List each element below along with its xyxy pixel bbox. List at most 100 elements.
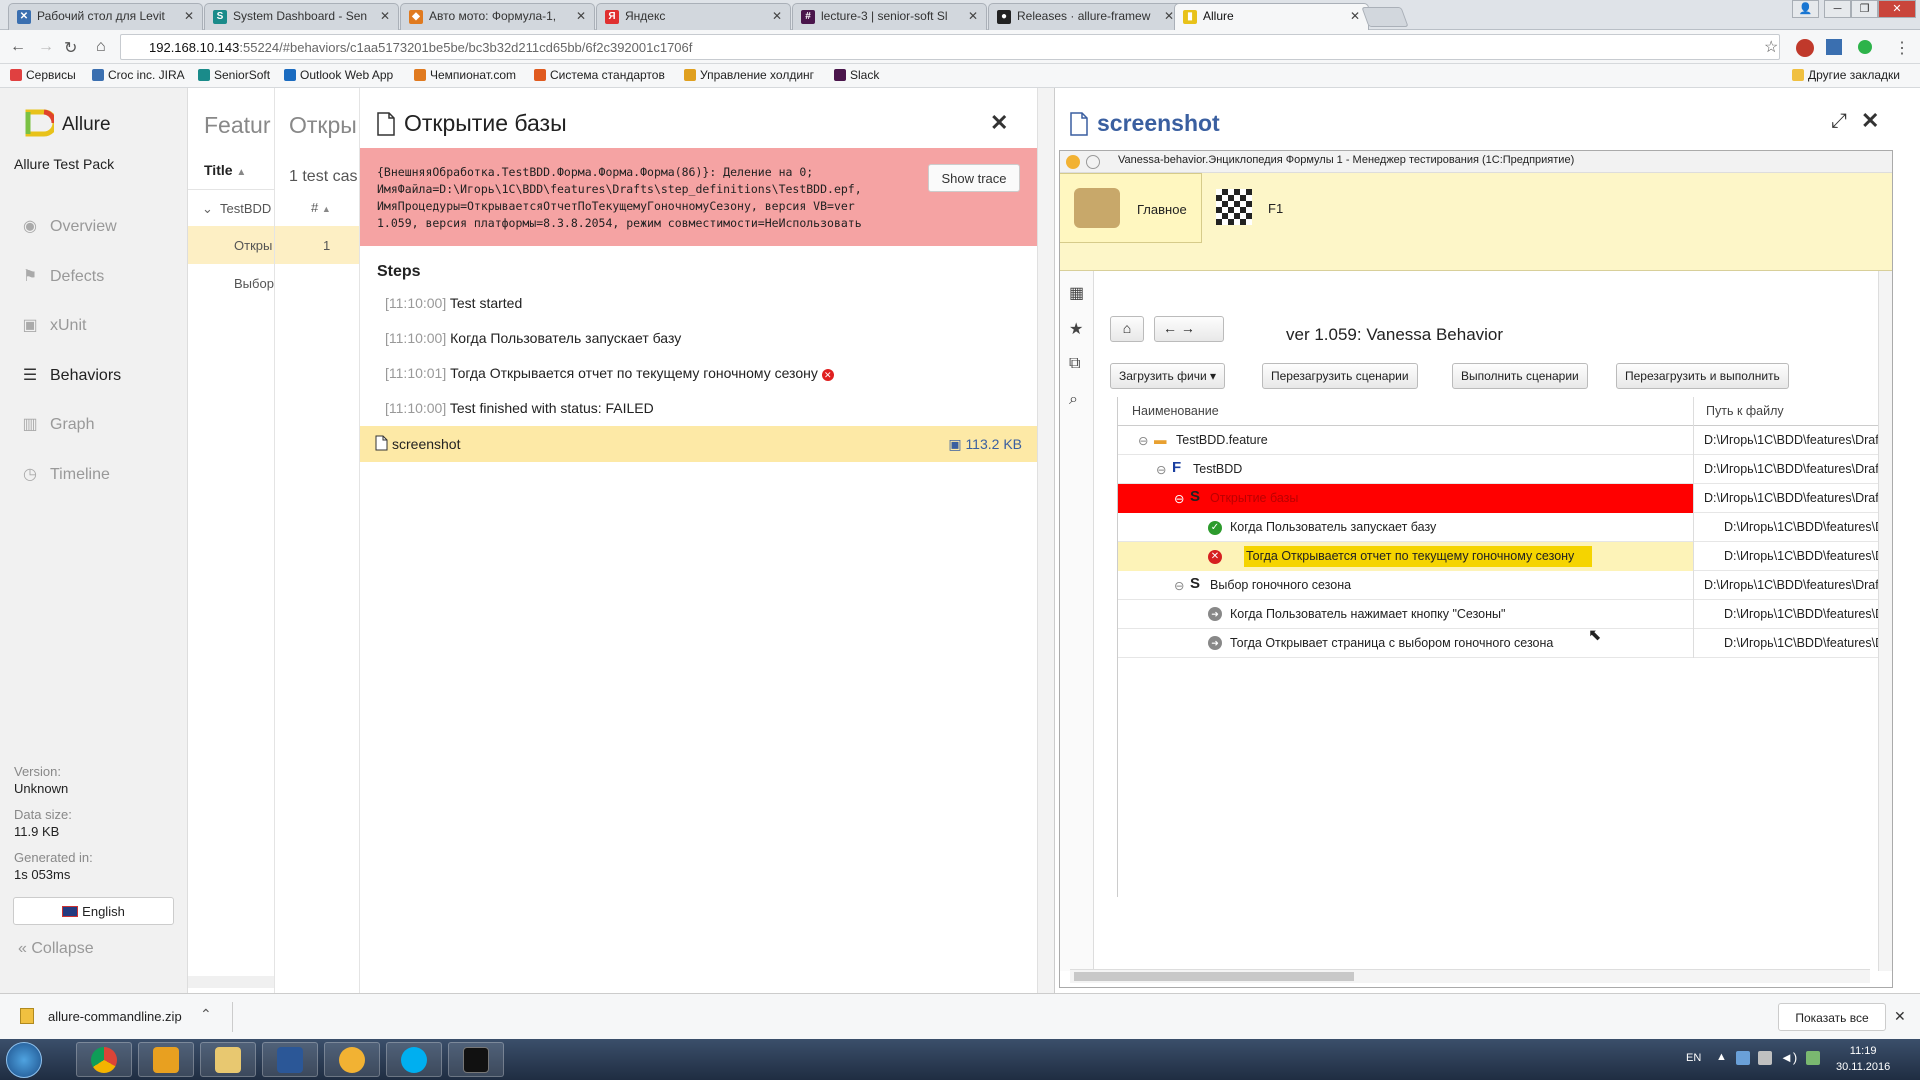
nav-behaviors[interactable]: ☰ Behaviors [20, 365, 121, 385]
bookmark-item[interactable]: Slack [834, 68, 879, 82]
bookmark-item[interactable]: Чемпионат.com [414, 68, 516, 82]
onec-taskbar-button[interactable] [324, 1042, 380, 1077]
tray-chevron-icon[interactable]: ▲ [1716, 1051, 1727, 1063]
feature-item[interactable]: Выбор [188, 264, 274, 302]
skype-taskbar-button[interactable] [386, 1042, 442, 1077]
nav-timeline[interactable]: ◷ Timeline [20, 464, 110, 484]
other-bookmarks[interactable]: Другие закладки [1792, 68, 1900, 82]
feature-item-selected[interactable]: Откры [188, 226, 274, 264]
menu-icon[interactable]: ⋮ [1894, 38, 1910, 58]
bookmark-star-icon[interactable]: ☆ [1764, 37, 1778, 57]
mouse-cursor-icon: ⬉ [1588, 627, 1602, 644]
pane-scrollbar[interactable] [1037, 88, 1054, 993]
file-icon [377, 112, 395, 136]
extension-status-icon[interactable] [1858, 40, 1872, 54]
browser-tab[interactable]: # lecture-3 | senior-soft Sl ✕ [792, 3, 987, 30]
brand-name: Allure [62, 114, 111, 135]
horizontal-scrollbar[interactable] [188, 976, 274, 988]
home-icon[interactable]: ⌂ [96, 38, 106, 56]
bookmark-item[interactable]: Outlook Web App [284, 68, 393, 82]
url-input[interactable]: 192.168.10.143:55224/#behaviors/c1aa5173… [120, 34, 1780, 60]
close-icon[interactable]: ✕ [990, 110, 1008, 136]
extension-icon[interactable] [1826, 39, 1842, 55]
language-button[interactable]: English [13, 897, 174, 925]
download-item[interactable]: allure-commandline.zip [48, 1009, 182, 1024]
browser-tab[interactable]: S System Dashboard - Sen ✕ [204, 3, 399, 30]
eye-icon: ◉ [23, 218, 37, 235]
number-sort-header[interactable]: # ▲ [311, 200, 331, 215]
reload-icon[interactable]: ↻ [64, 38, 77, 58]
input-language[interactable]: EN [1686, 1052, 1701, 1064]
bookmark-item[interactable]: Система стандартов [534, 68, 665, 82]
show-trace-button[interactable]: Show trace [928, 164, 1020, 192]
zip-file-icon [20, 1008, 34, 1024]
nav-overview[interactable]: ◉ Overview [20, 216, 117, 236]
skipped-icon: ➜ [1208, 607, 1222, 621]
back-icon[interactable]: ← [10, 38, 26, 56]
nav-defects[interactable]: ⚑ Defects [20, 266, 104, 286]
collapse-button[interactable]: « Collapse [18, 940, 94, 958]
word-taskbar-button[interactable] [262, 1042, 318, 1077]
close-window-button[interactable]: ✕ [1878, 0, 1916, 18]
nav-graph[interactable]: ▥ Graph [20, 414, 94, 434]
console-taskbar-button[interactable] [448, 1042, 504, 1077]
step-row-failed[interactable]: [11:10:01] Тогда Открывается отчет по те… [385, 365, 834, 381]
adblock-icon[interactable] [1796, 39, 1814, 57]
bookmark-item[interactable]: Сервисы [10, 68, 76, 82]
step-row[interactable]: [11:10:00] Test started [385, 295, 522, 311]
tray-network-icon[interactable] [1758, 1051, 1772, 1065]
expand-icon[interactable]: ⤢ [1831, 110, 1847, 133]
reload-and-run-button: Перезагрузить и выполнить [1616, 363, 1789, 389]
attachment-row[interactable]: screenshot ▣ 113.2 KB [360, 426, 1037, 462]
nav-xunit[interactable]: ▣ xUnit [20, 315, 86, 335]
browser-tab[interactable]: ✕ Рабочий стол для Levit ✕ [8, 3, 203, 30]
explorer-taskbar-button[interactable] [200, 1042, 256, 1077]
save-icon: ▣ [948, 436, 962, 452]
restore-button[interactable]: ❐ [1851, 0, 1878, 18]
minimize-button[interactable]: ─ [1824, 0, 1851, 18]
tab-close-icon[interactable]: ✕ [1350, 9, 1360, 23]
feature-group[interactable]: ⌄ TestBDD [188, 190, 274, 226]
new-tab-button[interactable] [1361, 7, 1409, 27]
volume-icon[interactable]: ◄) [1780, 1050, 1797, 1065]
tab-close-icon[interactable]: ✕ [772, 9, 782, 23]
test-case-title: Открытие базы [404, 110, 567, 136]
browser-tab[interactable]: ◆ Авто мото: Формула-1, ✕ [400, 3, 595, 30]
tab-close-icon[interactable]: ✕ [380, 9, 390, 23]
tab-favicon-icon: ● [997, 10, 1011, 24]
outlook-taskbar-button[interactable] [138, 1042, 194, 1077]
show-all-downloads-button[interactable]: Показать все [1778, 1003, 1886, 1031]
tab-close-icon[interactable]: ✕ [576, 9, 586, 23]
tab-close-icon[interactable]: ✕ [968, 9, 978, 23]
tray-sync-icon[interactable] [1806, 1051, 1820, 1065]
browser-tab[interactable]: Я Яндекс ✕ [596, 3, 791, 30]
file-icon [375, 435, 388, 451]
forward-icon[interactable]: → [38, 38, 54, 56]
system-clock[interactable]: 11:19 30.11.2016 [1836, 1043, 1890, 1075]
steps-heading: Steps [377, 263, 421, 280]
tab-close-icon[interactable]: ✕ [184, 9, 194, 23]
start-button[interactable] [6, 1042, 42, 1078]
close-icon[interactable]: ✕ [1894, 1008, 1906, 1025]
tab-close-icon[interactable]: ✕ [1164, 9, 1174, 23]
close-icon[interactable]: ✕ [1861, 108, 1879, 134]
bookmark-item[interactable]: SeniorSoft [198, 68, 270, 82]
home-section-icon [1074, 188, 1120, 228]
nav-back-forward-buttons: ← → [1154, 316, 1224, 342]
bookmark-item[interactable]: Управление холдинг [684, 68, 814, 82]
onec-horizontal-scrollbar [1070, 969, 1870, 983]
title-sort-header[interactable]: Title ▲ [204, 162, 246, 178]
allure-sidebar: Allure Allure Test Pack ◉ Overview ⚑ Defec… [0, 88, 188, 993]
test-case-row-selected[interactable]: 1 [275, 226, 359, 264]
chevron-up-icon[interactable]: ⌃ [200, 1006, 212, 1023]
onec-title-bar: Vanessa-behavior.Энциклопедия Формулы 1 … [1060, 151, 1892, 173]
data-size-value: 11.9 KB [14, 824, 60, 839]
chrome-taskbar-button[interactable] [76, 1042, 132, 1077]
bookmark-item[interactable]: Croc inc. JIRA [92, 68, 185, 82]
browser-tab[interactable]: ● Releases · allure-framew ✕ [988, 3, 1183, 30]
step-row[interactable]: [11:10:00] Когда Пользователь запускает … [385, 330, 681, 346]
tray-app-icon[interactable] [1736, 1051, 1750, 1065]
profile-icon[interactable]: 👤 [1792, 0, 1819, 18]
step-row[interactable]: [11:10:00] Test finished with status: FA… [385, 400, 654, 416]
browser-tab-active[interactable]: ▮ Allure ✕ [1174, 3, 1369, 30]
